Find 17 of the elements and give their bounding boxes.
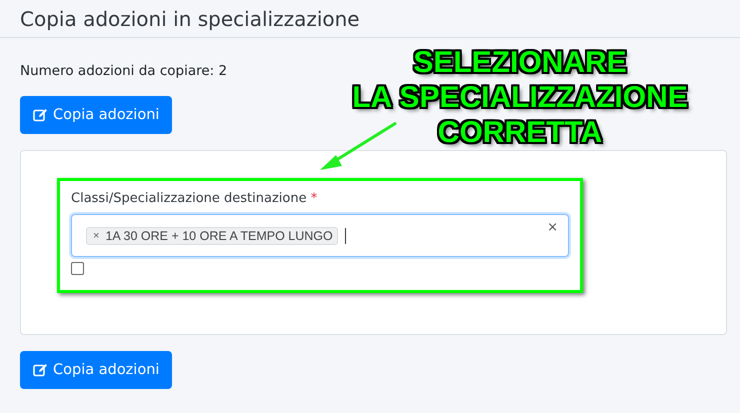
edit-icon	[33, 108, 48, 122]
clear-button[interactable]: ×	[547, 220, 558, 235]
copy-adoptions-button[interactable]: Copia adozioni	[20, 351, 172, 389]
text-cursor	[344, 228, 346, 244]
required-mark: *	[310, 191, 318, 206]
tag-remove[interactable]: ×	[93, 230, 100, 242]
select-field[interactable]: × 1A 30 ORE + 10 ORE A TEMPO LUNGO ×	[71, 214, 569, 257]
annotation-text: LA SPECIALIZZAZIONE	[352, 80, 688, 115]
selected-tag: × 1A 30 ORE + 10 ORE A TEMPO LUNGO	[86, 226, 338, 244]
edit-icon	[33, 363, 48, 377]
copy-adoptions-button[interactable]: Copia adozioni	[20, 96, 172, 134]
checkbox[interactable]	[71, 262, 84, 275]
page-title: Copia adozioni in specializzazione	[20, 6, 360, 30]
annotation-text: CORRETTA	[438, 115, 602, 150]
adoptions-count: Numero adozioni da copiare: 2	[20, 63, 228, 79]
field-label: Classi/Specializzazione destinazione	[71, 191, 307, 206]
annotation-text: SELEZIONARE	[413, 45, 627, 80]
